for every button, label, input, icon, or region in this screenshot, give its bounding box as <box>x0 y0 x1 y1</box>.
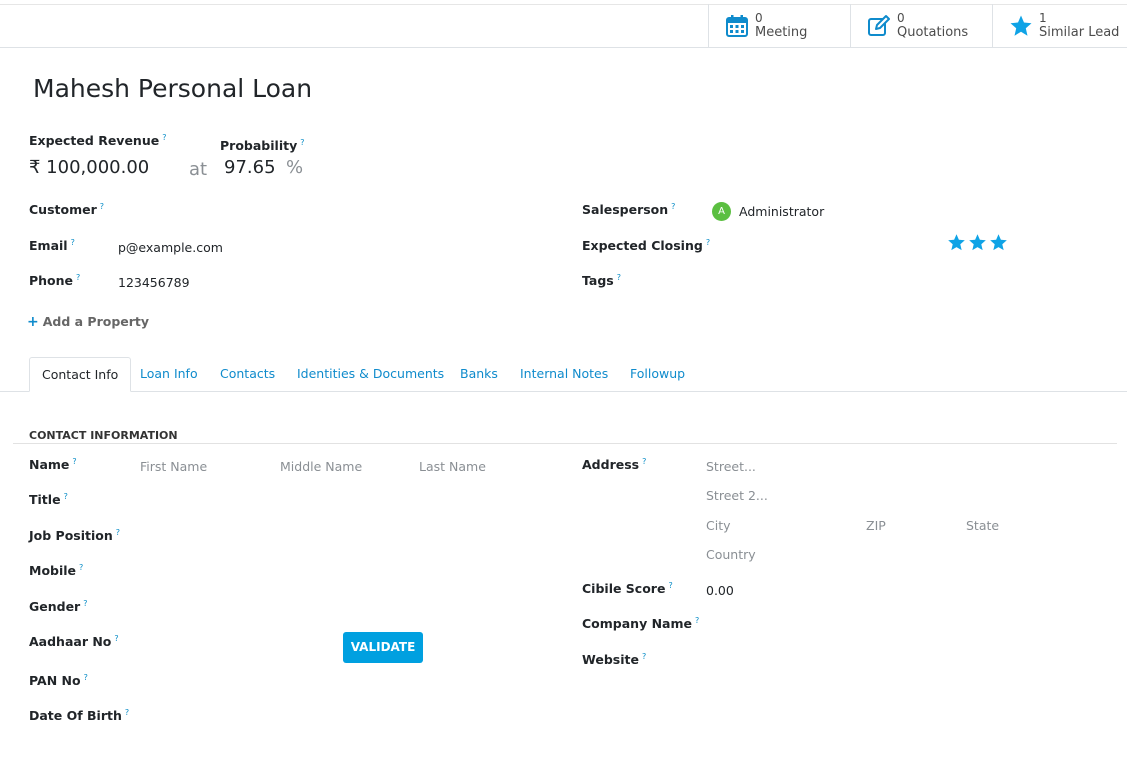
meeting-stat-button[interactable]: 0 Meeting <box>708 4 851 47</box>
priority-star-icon[interactable] <box>989 233 1008 252</box>
country-input[interactable]: Country <box>706 547 756 562</box>
help-icon[interactable]: ? <box>100 202 104 211</box>
city-input[interactable]: City <box>706 518 731 533</box>
star-icon <box>1010 15 1032 36</box>
at-text: at <box>189 159 208 180</box>
stat-button-bar: 0 Meeting 0 Quotations 1 Similar Lead <box>0 4 1127 48</box>
help-icon[interactable]: ? <box>79 563 83 572</box>
website-label: Website? <box>582 652 647 667</box>
help-icon[interactable]: ? <box>83 599 87 608</box>
help-icon[interactable]: ? <box>125 708 129 717</box>
last-name-input[interactable]: Last Name <box>419 459 486 474</box>
percent-sign: % <box>286 157 304 178</box>
help-icon[interactable]: ? <box>668 581 672 590</box>
help-icon[interactable]: ? <box>617 273 621 282</box>
help-icon[interactable]: ? <box>116 528 120 537</box>
middle-name-input[interactable]: Middle Name <box>280 459 362 474</box>
title-label: Title? <box>29 492 68 507</box>
priority-star-icon[interactable] <box>968 233 987 252</box>
expected-revenue-label: Expected Revenue? <box>29 133 167 148</box>
section-divider <box>13 443 1117 444</box>
mobile-label: Mobile? <box>29 563 84 578</box>
phone-label: Phone? <box>29 273 81 288</box>
help-icon[interactable]: ? <box>642 457 646 466</box>
probability-label: Probability? <box>220 138 305 153</box>
record-title[interactable]: Mahesh Personal Loan <box>33 74 312 103</box>
help-icon[interactable]: ? <box>671 202 675 211</box>
job-position-label: Job Position? <box>29 528 121 543</box>
aadhaar-label: Aadhaar No? <box>29 634 119 649</box>
help-icon[interactable]: ? <box>642 652 646 661</box>
tab-identities-documents[interactable]: Identities & Documents <box>297 357 444 391</box>
add-property-label: Add a Property <box>42 314 150 329</box>
tab-loan-info[interactable]: Loan Info <box>140 357 198 391</box>
salesperson-field[interactable]: Administrator <box>739 204 824 219</box>
expected-closing-label: Expected Closing? <box>582 238 711 253</box>
zip-input[interactable]: ZIP <box>866 518 886 533</box>
similar-lead-label: Similar Lead <box>1039 25 1120 40</box>
state-input[interactable]: State <box>966 518 999 533</box>
tab-followup[interactable]: Followup <box>630 357 685 391</box>
probability-value[interactable]: 97.65 <box>224 157 276 178</box>
avatar: A <box>712 202 731 221</box>
phone-field[interactable]: 123456789 <box>118 275 190 290</box>
email-field[interactable]: p@example.com <box>118 240 223 255</box>
gender-label: Gender? <box>29 599 88 614</box>
company-name-label: Company Name? <box>582 616 700 631</box>
cibile-score-label: Cibile Score? <box>582 581 673 596</box>
name-label: Name? <box>29 457 77 472</box>
tab-banks[interactable]: Banks <box>460 357 498 391</box>
expected-revenue-value[interactable]: ₹ 100,000.00 <box>29 157 149 178</box>
similar-lead-count: 1 <box>1039 11 1047 25</box>
street-input[interactable]: Street... <box>706 459 756 474</box>
quotations-count: 0 <box>897 11 905 25</box>
tab-internal-notes[interactable]: Internal Notes <box>520 357 608 391</box>
edit-icon <box>868 15 890 36</box>
email-label: Email? <box>29 238 75 253</box>
tab-contacts[interactable]: Contacts <box>220 357 275 391</box>
tab-contact-info[interactable]: Contact Info <box>29 357 132 392</box>
address-label: Address? <box>582 457 647 472</box>
help-icon[interactable]: ? <box>114 634 118 643</box>
help-icon[interactable]: ? <box>300 138 304 147</box>
priority-star-icon[interactable] <box>947 233 966 252</box>
tags-label: Tags? <box>582 273 621 288</box>
help-icon[interactable]: ? <box>162 133 166 142</box>
help-icon[interactable]: ? <box>84 673 88 682</box>
notebook-tabs: Contact Info Loan Info Contacts Identiti… <box>0 357 1127 392</box>
pan-label: PAN No? <box>29 673 88 688</box>
help-icon[interactable]: ? <box>706 238 710 247</box>
help-icon[interactable]: ? <box>72 457 76 466</box>
add-property-link[interactable]: + Add a Property <box>27 314 149 330</box>
help-icon[interactable]: ? <box>76 273 80 282</box>
street2-input[interactable]: Street 2... <box>706 488 768 503</box>
help-icon[interactable]: ? <box>64 492 68 501</box>
first-name-input[interactable]: First Name <box>140 459 207 474</box>
similar-lead-stat-button[interactable]: 1 Similar Lead <box>992 4 1127 47</box>
quotations-label: Quotations <box>897 25 969 40</box>
section-title: CONTACT INFORMATION <box>29 429 178 442</box>
meeting-count: 0 <box>755 11 763 25</box>
help-icon[interactable]: ? <box>71 238 75 247</box>
help-icon[interactable]: ? <box>695 616 699 625</box>
cibile-score-field[interactable]: 0.00 <box>706 583 734 598</box>
calendar-icon <box>726 15 748 37</box>
validate-button[interactable]: VALIDATE <box>343 632 423 663</box>
customer-label: Customer? <box>29 202 104 217</box>
quotations-stat-button[interactable]: 0 Quotations <box>850 4 993 47</box>
salesperson-label: Salesperson? <box>582 202 676 217</box>
plus-icon: + <box>27 314 39 330</box>
date-of-birth-label: Date Of Birth? <box>29 708 130 723</box>
meeting-label: Meeting <box>755 25 808 40</box>
